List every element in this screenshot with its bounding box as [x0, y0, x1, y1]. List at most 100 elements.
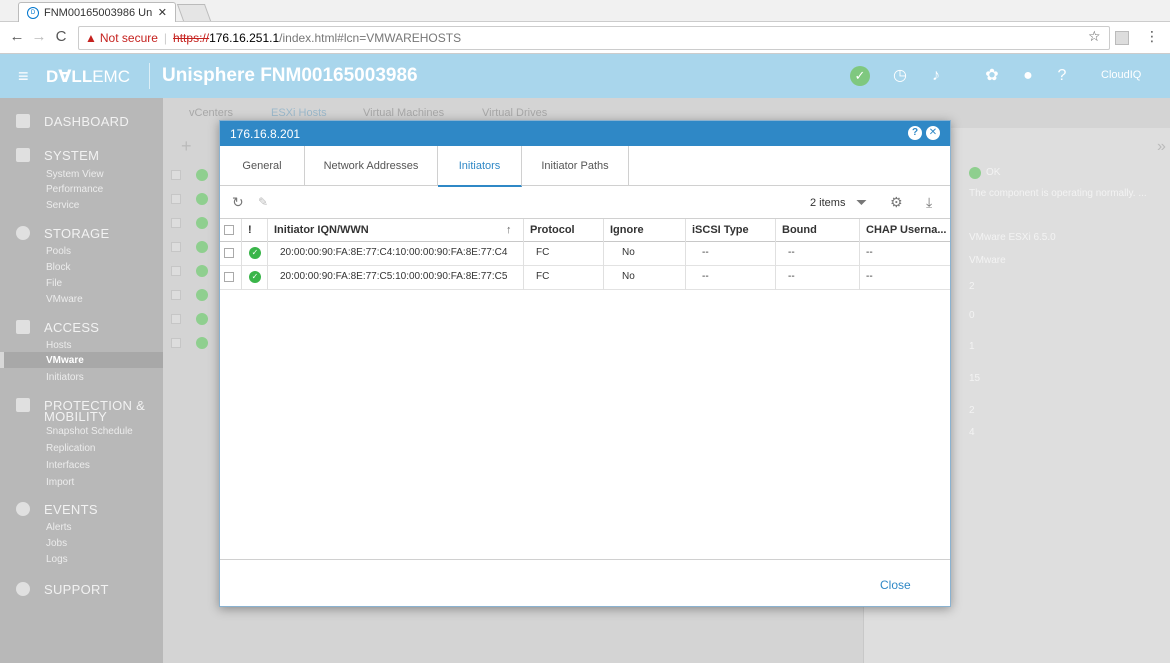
dellemc-logo: DⱯLLEMC: [46, 67, 130, 87]
expand-panel-icon[interactable]: »: [1157, 138, 1166, 156]
sidebar-item-snapshot-schedule[interactable]: Snapshot Schedule: [46, 426, 133, 437]
sidebar-item-block[interactable]: Block: [46, 262, 70, 273]
system-health-ok-icon[interactable]: ✓: [850, 66, 870, 86]
list-item[interactable]: [168, 164, 220, 188]
row-checkbox[interactable]: [171, 170, 181, 180]
bookmark-star-icon[interactable]: ☆: [1088, 28, 1101, 45]
list-item[interactable]: [168, 260, 220, 284]
detail-value: 15: [969, 373, 981, 384]
tab-general[interactable]: General: [220, 146, 305, 186]
filter-icon[interactable]: ⏷: [856, 194, 867, 211]
export-download-icon[interactable]: ⤓: [926, 194, 932, 211]
ok-status-icon: ✓: [249, 247, 261, 259]
help-icon[interactable]: ?: [1052, 66, 1072, 86]
tab-virtual-drives[interactable]: Virtual Drives: [482, 107, 547, 119]
sidebar-item-system-view[interactable]: System View: [46, 169, 104, 180]
sidebar-item-storage-vmware[interactable]: VMware: [46, 294, 83, 305]
brand-emc: EMC: [92, 67, 130, 86]
tab-initiator-paths[interactable]: Initiator Paths: [522, 146, 629, 186]
user-icon[interactable]: ●: [1018, 66, 1038, 86]
list-item[interactable]: [168, 284, 220, 308]
sidebar-item-jobs[interactable]: Jobs: [46, 538, 67, 549]
list-item[interactable]: [168, 236, 220, 260]
select-all-checkbox[interactable]: [224, 225, 234, 235]
grid-settings-gear-icon[interactable]: ⚙: [890, 194, 903, 211]
sidebar-item-interfaces[interactable]: Interfaces: [46, 460, 90, 471]
list-item[interactable]: [168, 308, 220, 332]
sidebar-item-logs[interactable]: Logs: [46, 554, 68, 565]
cell-protocol: FC: [524, 266, 604, 290]
tab-close-icon[interactable]: ✕: [158, 6, 167, 19]
browser-toolbar: ← → C ▲ Not secure | https:// 176.16.251…: [0, 22, 1170, 54]
edit-pencil-icon[interactable]: ✎: [258, 195, 268, 209]
sidebar-item-import[interactable]: Import: [46, 477, 74, 488]
list-item[interactable]: [168, 188, 220, 212]
column-header-chap-username[interactable]: CHAP Userna...: [860, 219, 950, 243]
table-header-row: ! Initiator IQN/WWN ↑ Protocol Ignore iSC…: [220, 218, 950, 243]
reload-icon[interactable]: C: [52, 28, 70, 45]
sidebar-item-initiators[interactable]: Initiators: [46, 372, 84, 383]
column-header-iscsi-type[interactable]: iSCSI Type: [686, 219, 776, 243]
app-header: ≡ DⱯLLEMC Unisphere FNM00165003986 ✓ ◷ ♪…: [0, 54, 1170, 98]
column-header-status[interactable]: !: [242, 219, 268, 243]
history-icon[interactable]: ◷: [890, 66, 910, 86]
close-button[interactable]: Close: [880, 578, 911, 592]
support-help-icon: [16, 582, 30, 596]
sidebar-item-performance[interactable]: Performance: [46, 184, 103, 195]
detail-value: 4: [969, 427, 975, 438]
sidebar-item-alerts[interactable]: Alerts: [46, 522, 72, 533]
extension-icon[interactable]: [1115, 31, 1129, 45]
sidebar-item-file[interactable]: File: [46, 278, 62, 289]
cloudiq-link[interactable]: CloudIQ: [1101, 69, 1141, 81]
sidebar-item-service[interactable]: Service: [46, 200, 79, 211]
browser-menu-icon[interactable]: ⋮: [1145, 28, 1159, 45]
cell-protocol: FC: [524, 242, 604, 266]
detail-value: VMware: [969, 255, 1006, 266]
detail-value: 1: [969, 341, 975, 352]
tab-initiators[interactable]: Initiators: [438, 146, 522, 187]
column-header-iqn-wwn[interactable]: Initiator IQN/WWN ↑: [268, 219, 524, 243]
events-icon: [16, 502, 30, 516]
sidebar-item-pools[interactable]: Pools: [46, 246, 71, 257]
hamburger-menu-icon[interactable]: ≡: [18, 66, 29, 87]
row-checkbox[interactable]: [171, 290, 181, 300]
dialog-help-icon[interactable]: ?: [908, 126, 922, 140]
row-checkbox[interactable]: [171, 314, 181, 324]
column-header-bound[interactable]: Bound: [776, 219, 860, 243]
row-checkbox[interactable]: [171, 194, 181, 204]
sidebar-item-replication[interactable]: Replication: [46, 443, 95, 454]
list-item[interactable]: [168, 212, 220, 236]
tab-vcenters[interactable]: vCenters: [189, 107, 233, 119]
sidebar-item-hosts[interactable]: Hosts: [46, 340, 72, 351]
row-checkbox[interactable]: [224, 248, 234, 258]
row-checkbox[interactable]: [224, 272, 234, 282]
dialog-close-icon[interactable]: ✕: [926, 126, 940, 140]
new-tab-button[interactable]: [176, 4, 212, 21]
access-icon: [16, 320, 30, 334]
row-select-cell: [220, 242, 242, 266]
forward-icon[interactable]: →: [30, 28, 48, 45]
browser-tab[interactable]: D FNM00165003986 Unisp ✕: [18, 2, 176, 22]
dialog-header: 176.16.8.201 ? ✕: [220, 121, 950, 146]
list-item[interactable]: [168, 332, 220, 356]
detail-value: VMware ESXi 6.5.0: [969, 232, 1056, 243]
column-header-ignore[interactable]: Ignore: [604, 219, 686, 243]
row-checkbox[interactable]: [171, 338, 181, 348]
column-header-protocol[interactable]: Protocol: [524, 219, 604, 243]
back-icon[interactable]: ←: [8, 28, 26, 45]
table-row[interactable]: ✓ 20:00:00:90:FA:8E:77:C4:10:00:00:90:FA…: [220, 242, 950, 266]
row-checkbox[interactable]: [171, 218, 181, 228]
address-bar[interactable]: ▲ Not secure | https:// 176.16.251.1 /in…: [78, 26, 1110, 50]
row-checkbox[interactable]: [171, 266, 181, 276]
row-checkbox[interactable]: [171, 242, 181, 252]
dialog-title: 176.16.8.201: [230, 127, 301, 141]
sidebar-item-access-vmware[interactable]: VMware: [46, 355, 84, 366]
tab-virtual-machines[interactable]: Virtual Machines: [363, 107, 444, 119]
dashboard-icon: [16, 114, 30, 128]
tab-esxi-hosts[interactable]: ESXi Hosts: [271, 107, 327, 119]
alerts-bell-icon[interactable]: ♪: [926, 66, 946, 86]
table-row[interactable]: ✓ 20:00:00:90:FA:8E:77:C5:10:00:00:90:FA…: [220, 266, 950, 290]
refresh-icon[interactable]: ↻: [232, 194, 244, 211]
tab-network-addresses[interactable]: Network Addresses: [305, 146, 438, 186]
settings-gear-icon[interactable]: ✿: [982, 66, 1002, 86]
